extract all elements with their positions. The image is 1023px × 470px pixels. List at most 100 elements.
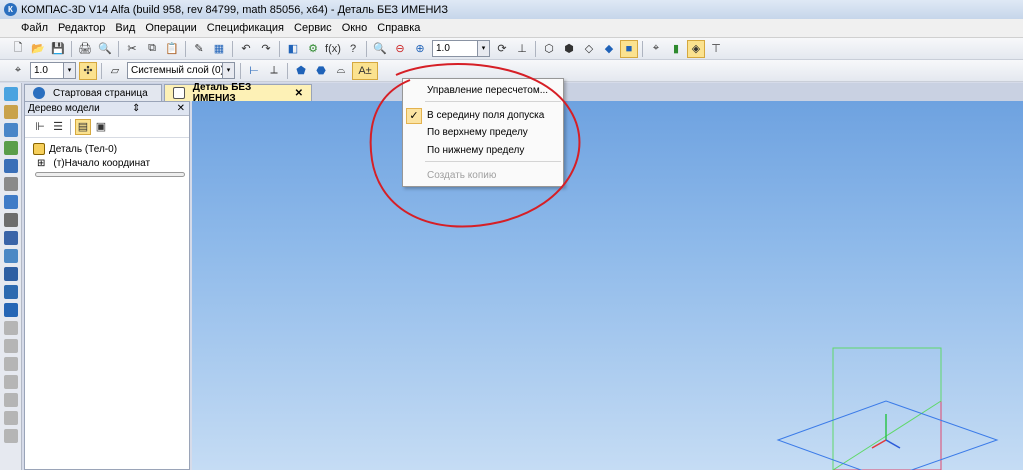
variables-icon[interactable]: ⚙	[304, 40, 322, 58]
menu-service[interactable]: Сервис	[289, 22, 337, 34]
function-icon[interactable]: f(x)	[324, 40, 342, 58]
color-icon[interactable]: ⬟	[292, 62, 310, 80]
new-document-icon[interactable]: 🗋	[9, 40, 27, 58]
menu-operations[interactable]: Операции	[140, 22, 201, 34]
spatial-curves-icon[interactable]	[4, 105, 18, 119]
view-options-icon[interactable]: ◈	[687, 39, 705, 58]
preview-icon[interactable]: 🔍	[96, 40, 114, 58]
toolbar-separator	[279, 40, 280, 57]
front-plane	[832, 347, 942, 470]
help-icon[interactable]: ?	[344, 40, 362, 58]
part-icon	[33, 143, 45, 155]
shaded-icon[interactable]: ■	[620, 39, 638, 58]
model-tree-header: Дерево модели ⇕ ✕	[25, 102, 189, 116]
tolerance-icon[interactable]: A±	[352, 61, 378, 80]
layer-combo[interactable]: Системный слой (0) ▾	[127, 62, 235, 79]
menu-item-recalc-control[interactable]: Управление пересчетом...	[403, 83, 563, 98]
zoom-value: 1.0	[436, 43, 450, 54]
zoom-window-icon[interactable]: 🔍	[371, 40, 389, 58]
menu-help[interactable]: Справка	[372, 22, 425, 34]
hidden-lines-icon[interactable]: ⬢	[560, 40, 578, 58]
tree-filter-icon[interactable]: ☰	[50, 119, 66, 135]
measure-icon[interactable]	[4, 177, 18, 191]
assembly-icon[interactable]	[4, 303, 18, 317]
chevron-down-icon[interactable]: ▾	[477, 41, 489, 56]
ortho-icon[interactable]: ⟂	[265, 62, 283, 80]
model-viewport[interactable]	[192, 101, 1023, 470]
menu-file[interactable]: Файл	[16, 22, 53, 34]
model-tree-title: Дерево модели	[28, 103, 100, 114]
paste-icon[interactable]: 📋	[163, 40, 181, 58]
menu-edit[interactable]: Редактор	[53, 22, 110, 34]
horizontal-scrollbar[interactable]	[35, 172, 185, 177]
menu-window[interactable]: Окно	[337, 22, 373, 34]
chevron-down-icon[interactable]: ▾	[63, 63, 75, 78]
properties-icon[interactable]: ✎	[190, 40, 208, 58]
tree-view-icon[interactable]: ▤	[75, 118, 91, 135]
step-value: 1.0	[34, 65, 48, 76]
undo-icon[interactable]: ↶	[237, 40, 255, 58]
rotate-icon[interactable]: ⟳	[493, 40, 511, 58]
expand-icon[interactable]: ⊞	[37, 158, 45, 169]
model-tree-toolbar: ⊩ ☰ ▤ ▣	[25, 116, 189, 138]
geometry-icon[interactable]: ⌓	[332, 62, 350, 80]
window-title: КОМПАС-3D V14 Alfa (build 958, rev 84799…	[21, 3, 448, 16]
sheet-metal-icon[interactable]	[4, 249, 18, 263]
step-combo[interactable]: 1.0 ▾	[30, 62, 76, 79]
cursor-icon[interactable]: ⌖	[9, 62, 27, 80]
tree-item-part[interactable]: Деталь (Тел-0)	[25, 142, 189, 156]
tree-item-origin[interactable]: ⊞ (т)Начало координат	[25, 156, 189, 170]
specification-icon[interactable]	[4, 213, 18, 227]
layer-icon[interactable]: ▱	[106, 62, 124, 80]
local-cs-icon[interactable]: ⊢	[245, 62, 263, 80]
menu-item-middle-tolerance[interactable]: ✓ В середину поля допуска	[403, 108, 563, 124]
auxiliary-geometry-icon[interactable]	[4, 159, 18, 173]
thin-lines-icon[interactable]: ◇	[580, 40, 598, 58]
menu-specification[interactable]: Спецификация	[202, 22, 289, 34]
library-icon[interactable]: ▦	[210, 40, 228, 58]
print-icon[interactable]: 🖨	[76, 40, 94, 58]
redo-icon[interactable]: ↷	[257, 40, 275, 58]
chevron-down-icon[interactable]: ▾	[222, 63, 234, 78]
manager-icon[interactable]: ◧	[284, 40, 302, 58]
save-file-icon[interactable]: 💾	[49, 40, 67, 58]
title-bar: К КОМПАС-3D V14 Alfa (build 958, rev 847…	[0, 0, 1023, 19]
elements-icon[interactable]	[4, 267, 18, 281]
solid-icon[interactable]	[4, 285, 18, 299]
disabled-tool-icon	[4, 393, 18, 407]
tree-structure-icon[interactable]: ⊩	[32, 119, 48, 135]
menu-item-create-copy: Создать копию	[427, 170, 497, 181]
close-icon[interactable]: ✕	[177, 103, 185, 114]
orientation-icon[interactable]: ⊥	[513, 40, 531, 58]
close-icon[interactable]: ✕	[295, 88, 303, 99]
pin-icon[interactable]: ⇕	[132, 103, 140, 114]
snap-icon[interactable]: ✣	[79, 61, 97, 80]
menu-view[interactable]: Вид	[110, 22, 140, 34]
filters-icon[interactable]	[4, 195, 18, 209]
tab-part-document[interactable]: Деталь БЕЗ ИМЕНИЗ ✕	[164, 82, 312, 104]
cut-icon[interactable]: ✂	[123, 40, 141, 58]
copy-icon[interactable]: ⧉	[143, 40, 161, 58]
halftone-icon[interactable]: ◆	[600, 40, 618, 58]
disabled-tool-icon	[4, 429, 18, 443]
perspective-icon[interactable]: ⌖	[647, 40, 665, 58]
disabled-tool-icon	[4, 339, 18, 353]
surfaces-icon[interactable]	[4, 123, 18, 137]
menu-item-upper-limit[interactable]: По верхнему пределу	[403, 125, 563, 140]
reports-icon[interactable]	[4, 231, 18, 245]
filter-icon[interactable]: ▮	[667, 40, 685, 58]
toolbar-separator	[642, 40, 643, 57]
tree-layout-icon[interactable]: ▣	[93, 119, 109, 135]
open-file-icon[interactable]: 📂	[29, 40, 47, 58]
tab-start-page[interactable]: Стартовая страница	[24, 84, 162, 101]
zoom-out-icon[interactable]: ⊖	[391, 40, 409, 58]
arrays-icon[interactable]	[4, 141, 18, 155]
section-icon[interactable]: ⊤	[707, 40, 725, 58]
zoom-in-icon[interactable]: ⊕	[411, 40, 429, 58]
edit-details-icon[interactable]	[4, 87, 18, 101]
toolbar-separator	[535, 40, 536, 57]
zoom-combo[interactable]: 1.0 ▾	[432, 40, 490, 57]
menu-item-lower-limit[interactable]: По нижнему пределу	[403, 143, 563, 158]
wireframe-icon[interactable]: ⬡	[540, 40, 558, 58]
material-icon[interactable]: ⬣	[312, 62, 330, 80]
